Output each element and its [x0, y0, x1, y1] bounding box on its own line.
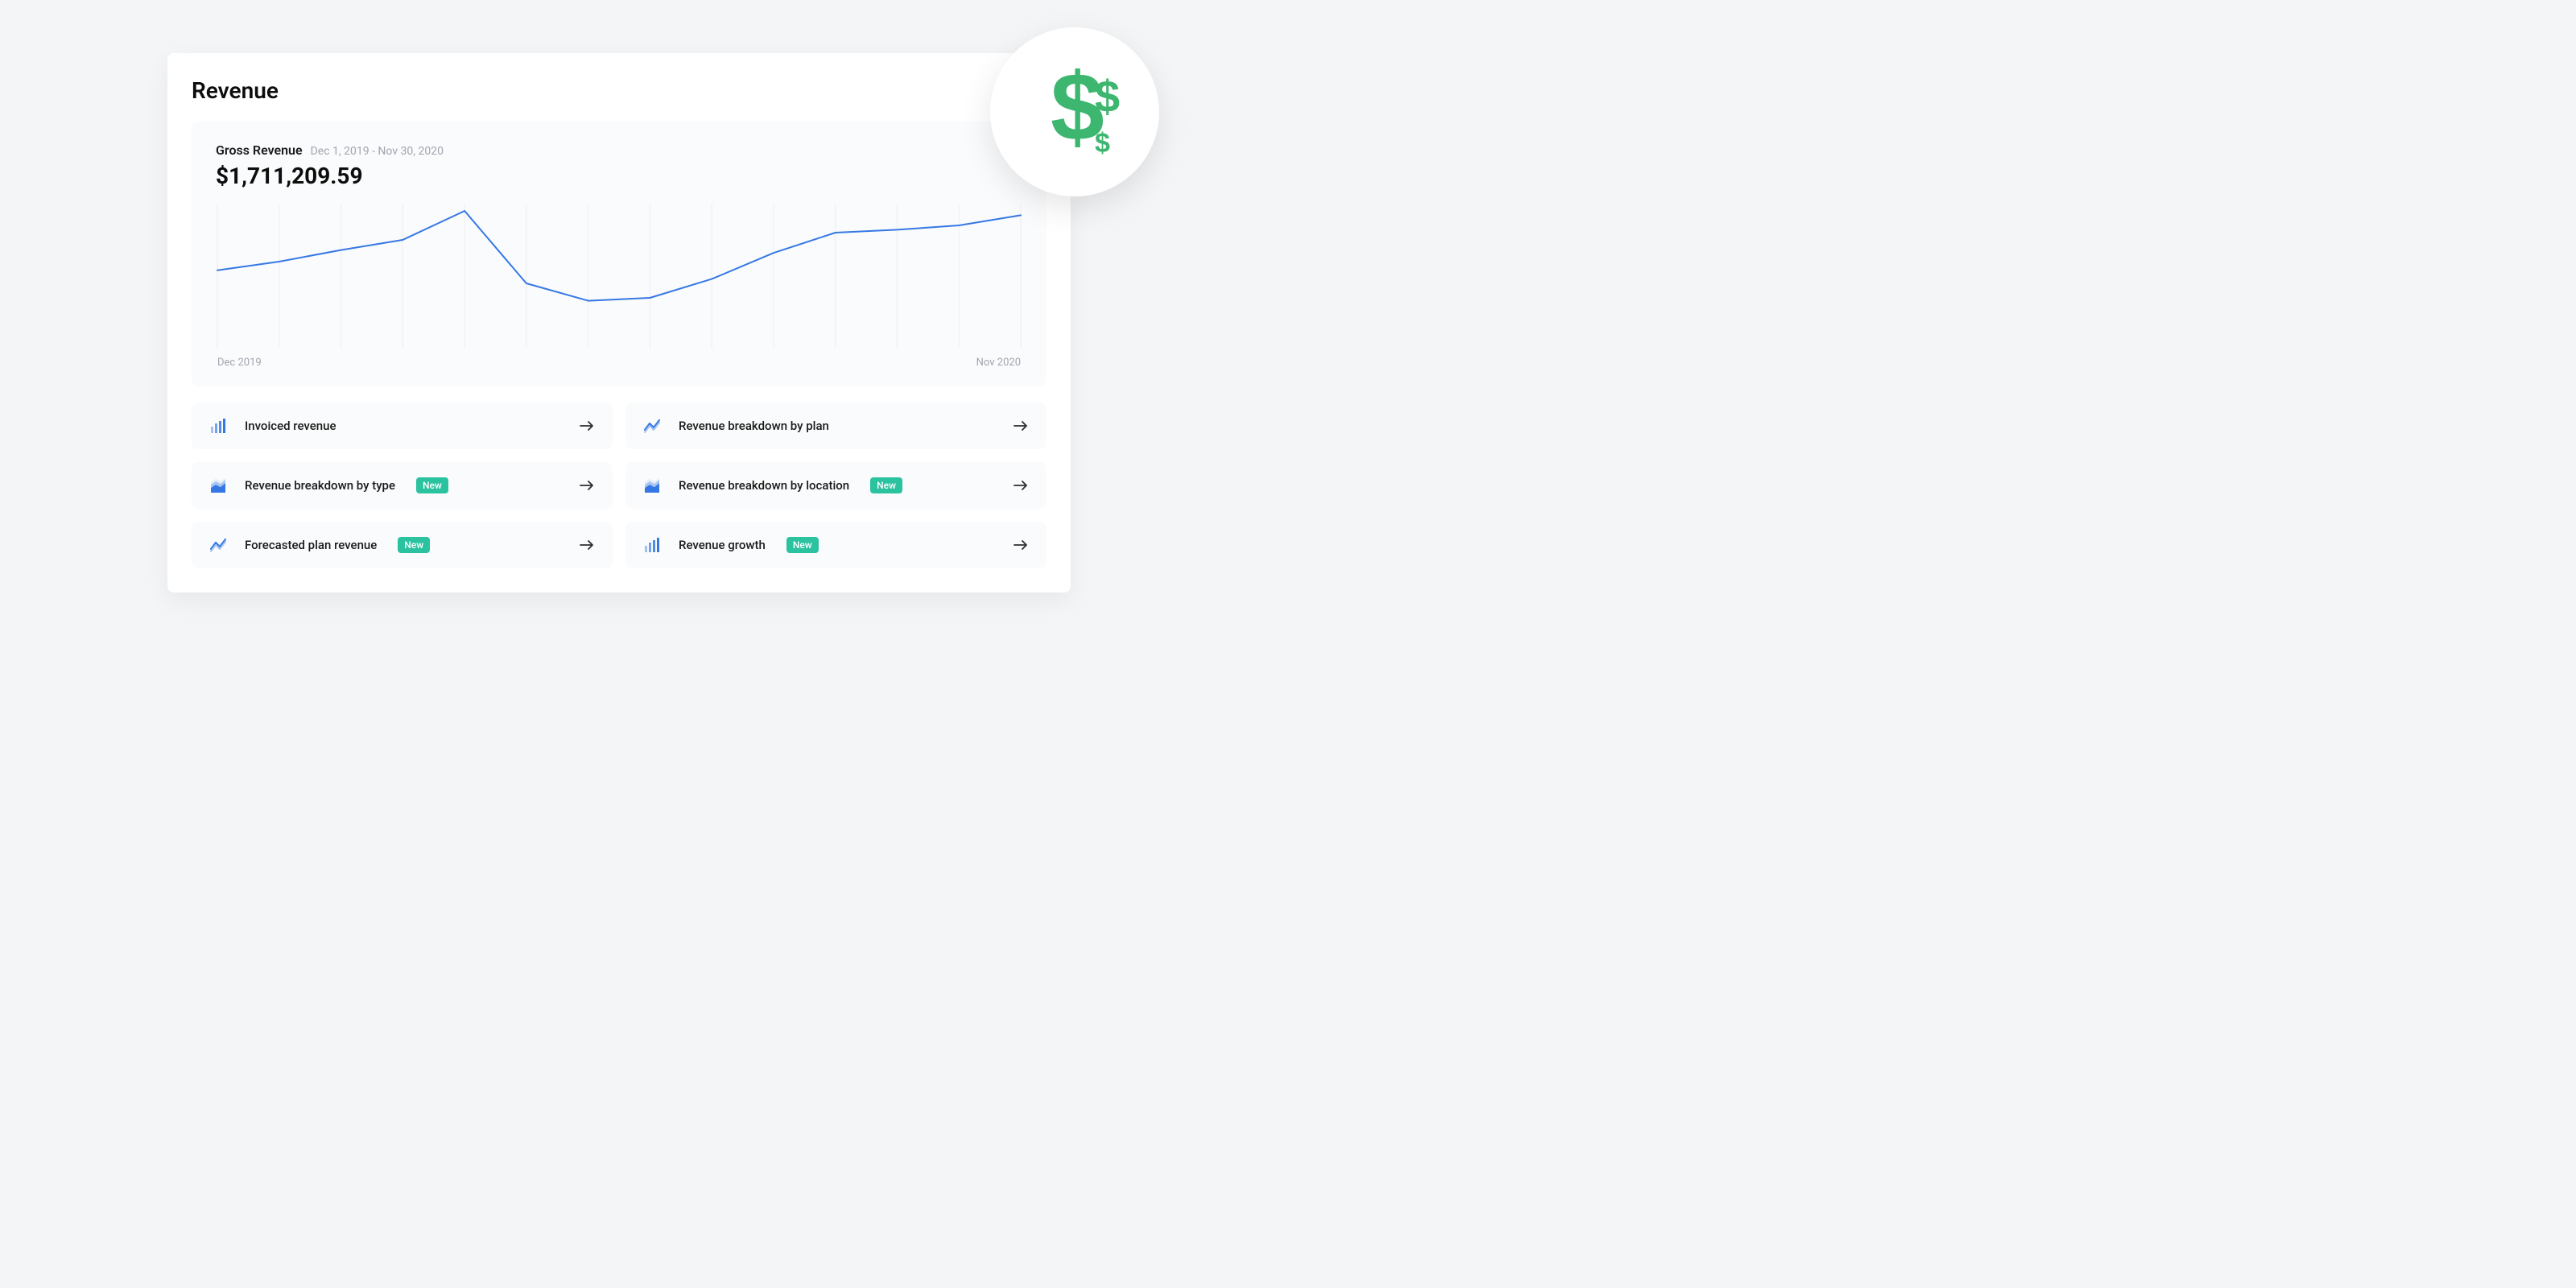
report-tile-label: Revenue growth: [679, 538, 766, 552]
gross-revenue-chart: [216, 204, 1022, 349]
arrow-right-icon: [1013, 420, 1029, 431]
gross-revenue-panel: Gross Revenue Dec 1, 2019 - Nov 30, 2020…: [192, 122, 1046, 386]
page-title: Revenue: [192, 77, 1046, 104]
svg-text:$: $: [1095, 71, 1120, 122]
revenue-card: Revenue Gross Revenue Dec 1, 2019 - Nov …: [167, 53, 1071, 592]
new-badge: New: [416, 477, 448, 493]
arrow-right-icon: [579, 480, 595, 491]
arrow-right-icon: [1013, 539, 1029, 551]
bar-chart-icon: [643, 536, 661, 554]
report-tile[interactable]: Revenue growth New: [625, 522, 1046, 568]
new-badge: New: [398, 537, 430, 553]
report-tile-label: Invoiced revenue: [245, 419, 336, 433]
report-tile-label: Forecasted plan revenue: [245, 538, 377, 552]
x-axis-start: Dec 2019: [217, 357, 262, 369]
new-badge: New: [870, 477, 902, 493]
arrow-right-icon: [579, 420, 595, 431]
revenue-series-line: [217, 211, 1021, 301]
stacked-area-icon: [643, 477, 661, 494]
svg-text:$: $: [1095, 128, 1110, 159]
metric-date-range: Dec 1, 2019 - Nov 30, 2020: [311, 145, 444, 158]
report-tile-label: Revenue breakdown by location: [679, 478, 849, 493]
report-tiles: Invoiced revenue Revenue breakdown by pla…: [192, 402, 1046, 568]
stacked-area-icon: [209, 477, 227, 494]
new-badge: New: [786, 537, 819, 553]
arrow-right-icon: [1013, 480, 1029, 491]
bar-chart-icon: [209, 417, 227, 435]
report-tile[interactable]: Revenue breakdown by type New: [192, 462, 613, 509]
metric-label: Gross Revenue: [216, 142, 303, 158]
dollar-sign-icon: $ $ $: [1014, 52, 1135, 172]
report-tile-label: Revenue breakdown by plan: [679, 419, 829, 433]
report-tile[interactable]: Revenue breakdown by location New: [625, 462, 1046, 509]
report-tile[interactable]: Forecasted plan revenue New: [192, 522, 613, 568]
dollar-badge: $ $ $: [990, 27, 1159, 196]
arrow-right-icon: [579, 539, 595, 551]
report-tile[interactable]: Invoiced revenue: [192, 402, 613, 449]
report-tile-label: Revenue breakdown by type: [245, 478, 395, 493]
report-tile[interactable]: Revenue breakdown by plan: [625, 402, 1046, 449]
line-chart-icon: [643, 417, 661, 435]
metric-value: $1,711,209.59: [216, 163, 1022, 189]
x-axis-end: Nov 2020: [976, 357, 1021, 369]
line-chart-icon: [209, 536, 227, 554]
